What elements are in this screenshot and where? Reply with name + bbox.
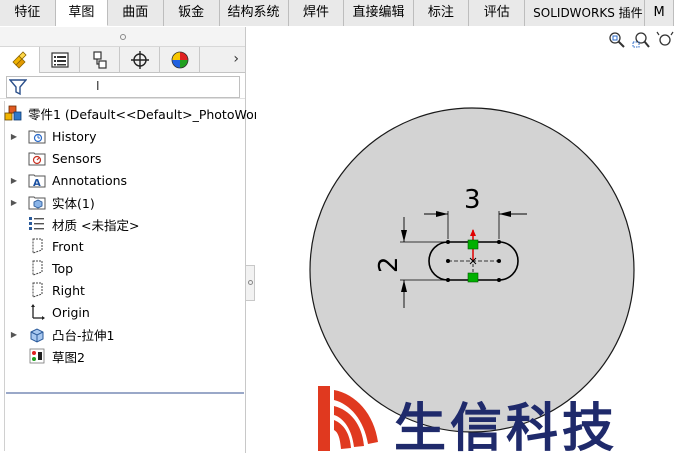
watermark-text: 生信科技 — [394, 399, 619, 453]
plane-icon — [28, 281, 46, 299]
tab-features[interactable]: 特征 — [0, 0, 56, 26]
tree-item-label: 草图2 — [52, 349, 85, 365]
part-icon — [4, 104, 22, 122]
tree-item-history[interactable]: ▶ History — [0, 125, 246, 147]
tree-item-boss-extrude[interactable]: ▶ 凸台-拉伸1 — [0, 323, 246, 345]
tab-property-manager[interactable] — [40, 47, 80, 73]
tab-display-manager[interactable] — [160, 47, 200, 73]
sketch-icon — [28, 347, 46, 365]
material-icon — [28, 215, 46, 233]
plane-icon — [28, 237, 46, 255]
tree-root-label: 零件1 (Default<<Default>_PhotoWorks — [28, 106, 273, 122]
sketch-point[interactable] — [446, 278, 450, 282]
tab-structure-system[interactable]: 结构系统 — [219, 0, 289, 26]
rollback-bar[interactable] — [6, 392, 244, 394]
dimension-width-value[interactable]: 3 — [464, 185, 481, 215]
text-cursor-icon: I — [96, 79, 100, 93]
display-manager-icon — [171, 51, 188, 69]
tab-sketch[interactable]: 草图 — [55, 0, 108, 26]
tab-configuration-manager[interactable] — [80, 47, 120, 73]
expand-arrow-icon[interactable]: ▶ — [8, 176, 20, 185]
origin-icon — [28, 303, 46, 321]
tree-filter-input[interactable] — [6, 76, 240, 98]
boss-extrude-icon — [28, 325, 46, 343]
coincident-relation-icon[interactable] — [467, 272, 479, 283]
tab-solidworks-addins[interactable]: SOLIDWORKS 插件 — [525, 0, 646, 26]
dimxpert-manager-icon — [130, 51, 149, 69]
tab-markup[interactable]: 标注 — [413, 0, 470, 26]
tab-evaluate[interactable]: 评估 — [469, 0, 526, 26]
panel-collapse-strip[interactable] — [0, 27, 245, 47]
svg-text:A: A — [33, 178, 41, 189]
sketch-point[interactable] — [497, 240, 501, 244]
history-folder-icon — [28, 127, 46, 145]
expand-arrow-icon[interactable]: ▶ — [8, 330, 20, 339]
dimension-height-value[interactable]: 2 — [374, 256, 404, 273]
tree-item-material[interactable]: 材质 <未指定> — [0, 213, 246, 235]
tree-item-label: Origin — [52, 304, 90, 320]
tab-feature-manager[interactable] — [0, 47, 40, 73]
tab-direct-editing[interactable]: 直接编辑 — [344, 0, 414, 26]
tree-item-label: 实体(1) — [52, 195, 95, 211]
sketch-point[interactable] — [497, 259, 501, 263]
feature-manager-panel: › I 零件1 (Default<<Default>_PhotoWorks ▶ — [0, 27, 273, 453]
annotations-icon: A — [28, 171, 46, 189]
sketch-point[interactable] — [497, 278, 501, 282]
tab-sheet-metal[interactable]: 钣金 — [163, 0, 220, 26]
collapse-grip-icon[interactable] — [120, 34, 126, 40]
tree-item-label: Top — [52, 260, 74, 276]
panel-splitter-handle[interactable] — [245, 265, 255, 301]
tree-item-front-plane[interactable]: Front — [0, 235, 246, 257]
tree-item-sketch2[interactable]: 草图2 — [0, 345, 246, 367]
tree-item-label: 凸台-拉伸1 — [52, 327, 115, 343]
feature-tree: 零件1 (Default<<Default>_PhotoWorks ▶ Hist… — [0, 101, 273, 367]
tree-item-solid-bodies[interactable]: ▶ 实体(1) — [0, 191, 246, 213]
tab-more[interactable]: M — [645, 0, 674, 26]
tree-item-label: Sensors — [52, 150, 102, 166]
solid-bodies-icon — [28, 193, 46, 211]
tree-item-sensors[interactable]: Sensors — [0, 147, 246, 169]
filter-icon[interactable] — [9, 78, 27, 96]
tab-weldments[interactable]: 焊件 — [288, 0, 345, 26]
watermark-logo: 生信科技 — [316, 384, 674, 453]
splitter-grip-icon — [248, 280, 253, 285]
tree-item-top-plane[interactable]: Top — [0, 257, 246, 279]
sketch-point[interactable] — [446, 259, 450, 263]
panel-tab-strip: › — [0, 47, 245, 73]
tree-item-right-plane[interactable]: Right — [0, 279, 246, 301]
configuration-manager-icon — [92, 51, 107, 69]
tree-item-label: Front — [52, 238, 84, 254]
expand-arrow-icon[interactable]: ▶ — [8, 132, 20, 141]
tree-item-label: Right — [52, 282, 85, 298]
tree-item-origin[interactable]: Origin — [0, 301, 246, 323]
filter-row: I — [0, 73, 245, 99]
chevron-right-icon[interactable]: › — [233, 51, 239, 67]
coincident-relation-icon[interactable] — [467, 239, 479, 250]
sensors-icon — [28, 149, 46, 167]
command-manager-tabs: 特征 草图 曲面 钣金 结构系统 焊件 直接编辑 标注 评估 SOLIDWORK… — [0, 0, 674, 26]
tree-item-label: Annotations — [52, 172, 128, 188]
expand-arrow-icon[interactable]: ▶ — [8, 198, 20, 207]
sketch-point[interactable] — [446, 240, 450, 244]
tree-item-label: History — [52, 128, 97, 144]
feature-manager-icon — [11, 51, 27, 69]
plane-icon — [28, 259, 46, 277]
tab-dimxpert-manager[interactable] — [120, 47, 160, 73]
watermark-stripes-icon — [318, 386, 378, 451]
tree-root-part[interactable]: 零件1 (Default<<Default>_PhotoWorks — [0, 101, 273, 125]
property-manager-icon — [50, 52, 69, 68]
tree-item-label: 材质 <未指定> — [52, 217, 140, 233]
tree-item-annotations[interactable]: ▶ A Annotations — [0, 169, 246, 191]
tab-surfaces[interactable]: 曲面 — [107, 0, 164, 26]
